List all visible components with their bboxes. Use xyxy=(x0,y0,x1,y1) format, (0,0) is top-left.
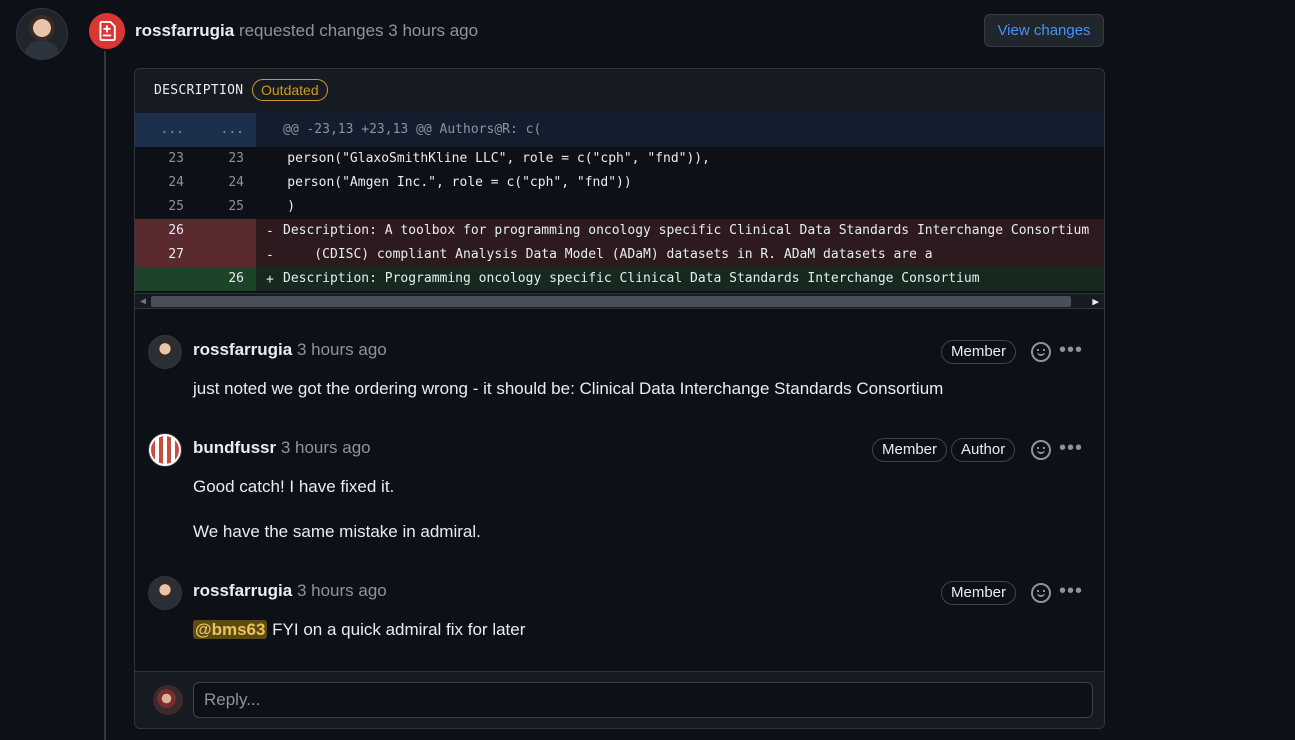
line-code: Description: A toolbox for programming o… xyxy=(283,223,1090,238)
review-thread-card: DESCRIPTION Outdated ... ... @@ -23,13 +… xyxy=(134,68,1105,729)
member-badge: Member xyxy=(941,340,1017,364)
diff-sign: + xyxy=(266,272,274,287)
comment-body-line: We have the same mistake in admiral. xyxy=(193,522,481,541)
line-code: person("GlaxoSmithKline LLC", role = c("… xyxy=(256,151,710,166)
new-line-number: 24 xyxy=(228,175,244,190)
old-line-number: 27 xyxy=(168,247,184,262)
new-line-number: 25 xyxy=(228,199,244,214)
line-code: Description: Programming oncology specif… xyxy=(283,271,980,286)
new-line-number: 23 xyxy=(228,151,244,166)
hunk-expand-old[interactable]: ... xyxy=(135,113,184,147)
view-changes-button[interactable]: View changes xyxy=(984,14,1104,47)
comment-time[interactable]: 3 hours ago xyxy=(281,438,371,457)
comment-author[interactable]: rossfarrugia xyxy=(193,581,292,600)
old-line-number: 25 xyxy=(168,199,184,214)
user-mention-link[interactable]: @bms63 xyxy=(193,620,268,639)
current-user-avatar[interactable] xyxy=(153,685,183,715)
comment-body-text: FYI on a quick admiral fix for later xyxy=(267,620,526,639)
avatar[interactable] xyxy=(148,335,182,369)
diff-line: 24 24 person("Amgen Inc.", role = c("cph… xyxy=(135,171,1104,195)
line-code: ) xyxy=(256,199,296,214)
reply-bar xyxy=(135,671,1104,728)
file-diff-icon xyxy=(87,11,127,51)
comment-time[interactable]: 3 hours ago xyxy=(297,340,387,359)
hunk-expand-new[interactable]: ... xyxy=(195,113,244,147)
diff-sign: - xyxy=(266,248,274,263)
review-header: rossfarrugia requested changes 3 hours a… xyxy=(135,21,478,41)
member-badge: Member xyxy=(941,581,1017,605)
hunk-text: @@ -23,13 +23,13 @@ Authors@R: c( xyxy=(283,122,542,137)
file-diff-icon-glyph xyxy=(99,21,116,41)
old-line-number: 23 xyxy=(168,151,184,166)
member-badge: Member xyxy=(872,438,948,462)
kebab-horizontal-icon[interactable]: ••• xyxy=(1059,438,1083,458)
diff-line-deleted: 26 - Description: A toolbox for programm… xyxy=(135,219,1104,243)
line-code: (CDISC) compliant Analysis Data Model (A… xyxy=(283,247,933,262)
reviewer-avatar[interactable] xyxy=(16,8,68,60)
review-action: requested changes xyxy=(238,21,384,40)
author-badge: Author xyxy=(951,438,1016,462)
file-name[interactable]: DESCRIPTION xyxy=(154,83,243,98)
review-author[interactable]: rossfarrugia xyxy=(135,21,234,40)
scroll-right-arrow-icon[interactable]: ▶ xyxy=(1092,295,1099,308)
comment-body: just noted we got the ordering wrong - i… xyxy=(193,379,944,398)
reply-input[interactable] xyxy=(193,682,1093,718)
comment-author-line: rossfarrugia 3 hours ago xyxy=(193,581,387,601)
new-line-number: 26 xyxy=(228,271,244,286)
kebab-horizontal-icon[interactable]: ••• xyxy=(1059,340,1083,360)
old-line-number: 24 xyxy=(168,175,184,190)
scroll-thumb[interactable] xyxy=(151,296,1071,307)
comment-body-line: Good catch! I have fixed it. xyxy=(193,477,395,496)
line-code: person("Amgen Inc.", role = c("cph", "fn… xyxy=(256,175,632,190)
diff-line: 25 25 ) xyxy=(135,195,1104,219)
comment-author[interactable]: rossfarrugia xyxy=(193,340,292,359)
diff-line-added: 26 + Description: Programming oncology s… xyxy=(135,267,1104,291)
diff-line-deleted: 27 - (CDISC) compliant Analysis Data Mod… xyxy=(135,243,1104,267)
smiley-icon[interactable] xyxy=(1031,440,1051,460)
avatar[interactable] xyxy=(148,576,182,610)
timeline-line xyxy=(104,40,106,740)
comment-author-line: bundfussr 3 hours ago xyxy=(193,438,371,458)
comment-body: @bms63 FYI on a quick admiral fix for la… xyxy=(193,620,525,640)
comment-time[interactable]: 3 hours ago xyxy=(297,581,387,600)
comment-author-line: rossfarrugia 3 hours ago xyxy=(193,340,387,360)
diff-hunk-header[interactable]: ... ... @@ -23,13 +23,13 @@ Authors@R: c… xyxy=(135,113,1104,147)
file-header: DESCRIPTION Outdated xyxy=(135,69,1104,113)
smiley-icon[interactable] xyxy=(1031,342,1051,362)
diff-sign: - xyxy=(266,224,274,239)
review-time[interactable]: 3 hours ago xyxy=(388,21,478,40)
smiley-icon[interactable] xyxy=(1031,583,1051,603)
comment-author[interactable]: bundfussr xyxy=(193,438,276,457)
outdated-badge: Outdated xyxy=(252,79,328,101)
diff-line: 23 23 person("GlaxoSmithKline LLC", role… xyxy=(135,147,1104,171)
old-line-number: 26 xyxy=(168,223,184,238)
avatar[interactable] xyxy=(148,433,182,467)
kebab-horizontal-icon[interactable]: ••• xyxy=(1059,581,1083,601)
scroll-left-arrow-icon[interactable]: ◀ xyxy=(140,296,146,307)
diff-horizontal-scrollbar[interactable]: ◀ ▶ xyxy=(135,293,1104,309)
